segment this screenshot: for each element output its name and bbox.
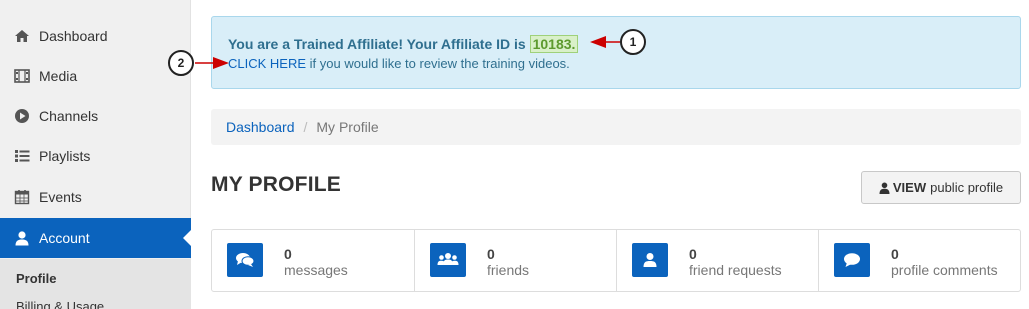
stat-label: profile comments — [891, 262, 998, 278]
users-icon — [430, 243, 466, 277]
user-icon — [632, 243, 668, 277]
stat-profile-comments[interactable]: 0 profile comments — [818, 230, 1020, 291]
stat-friend-requests[interactable]: 0 friend requests — [616, 230, 818, 291]
stat-value: 0 — [689, 246, 697, 262]
public-profile-label: public profile — [930, 180, 1004, 195]
comment-icon — [834, 243, 870, 277]
view-label: VIEW — [892, 180, 927, 195]
stat-value: 0 — [891, 246, 899, 262]
breadcrumb-dashboard-link[interactable]: Dashboard — [226, 119, 295, 135]
breadcrumb-current: My Profile — [316, 119, 379, 135]
comments-icon — [227, 243, 263, 277]
stat-friends[interactable]: 0 friends — [414, 230, 616, 291]
breadcrumb: Dashboard / My Profile — [211, 109, 1021, 145]
user-icon — [879, 182, 890, 194]
stat-label: friends — [487, 262, 530, 278]
profile-stats: 0 messages 0 friends 0 friend requests 0… — [211, 229, 1021, 292]
stat-label: messages — [284, 262, 348, 278]
callout-2: 2 — [168, 50, 194, 76]
stat-value: 0 — [487, 246, 495, 262]
stat-value: 0 — [284, 246, 292, 262]
stat-messages[interactable]: 0 messages — [212, 230, 414, 291]
callout-1: 1 — [620, 29, 646, 55]
view-public-profile-button[interactable]: VIEW public profile — [861, 171, 1021, 204]
breadcrumb-separator: / — [303, 119, 308, 135]
page-title: MY PROFILE — [211, 173, 341, 196]
stat-label: friend requests — [689, 262, 782, 278]
